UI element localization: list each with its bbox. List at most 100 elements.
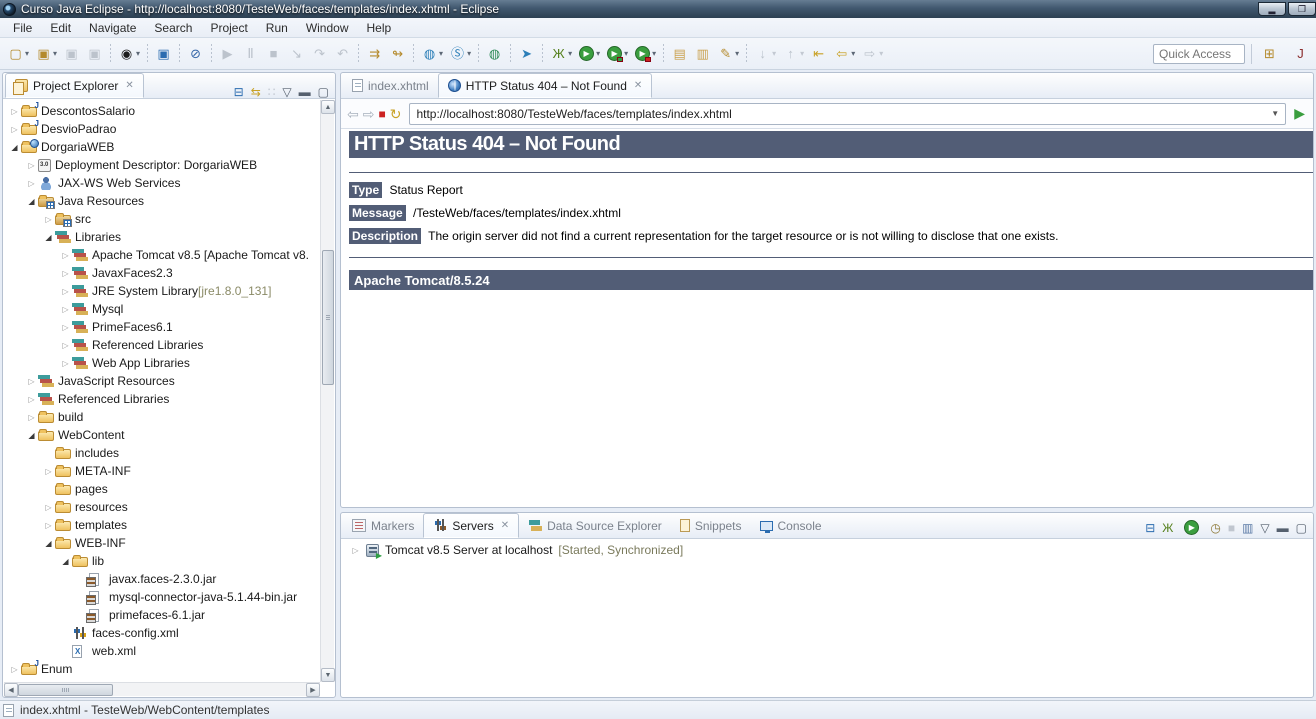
last-edit-location-button[interactable]: ⇤ [808, 43, 829, 64]
dropdown-arrow-icon[interactable]: ▾ [568, 49, 572, 58]
profile-button[interactable]: ▶ ▾ [632, 43, 658, 64]
tree-item[interactable]: ▷ JRE System Library [jre1.8.0_131] [4, 282, 320, 300]
menu-run[interactable]: Run [257, 19, 297, 37]
view-menu-icon[interactable]: ▽ [282, 86, 291, 98]
scroll-up-icon[interactable]: ▲ [321, 100, 335, 114]
open-task-button[interactable]: ▤ [669, 43, 690, 64]
tab-snippets[interactable]: Snippets [671, 513, 751, 538]
run-button[interactable]: ▶ ▾ [576, 43, 602, 64]
start-server-button[interactable]: ▶ [1181, 517, 1202, 538]
expand-arrow-icon[interactable]: ▷ [42, 215, 55, 224]
menu-file[interactable]: File [4, 19, 41, 37]
back-button[interactable]: ⇦ ▾ [831, 43, 857, 64]
collapse-arrow-icon[interactable]: ◢ [42, 539, 55, 548]
collapse-all-icon[interactable]: ⊟ [1145, 522, 1155, 534]
tree-item[interactable]: ▷ JavaxFaces2.3 [4, 264, 320, 282]
collapse-arrow-icon[interactable]: ◢ [25, 197, 38, 206]
menu-help[interactable]: Help [358, 19, 401, 37]
maximize-panel-icon[interactable]: ▢ [1296, 522, 1307, 534]
quick-access-input[interactable] [1153, 43, 1245, 64]
scroll-right-icon[interactable]: ▶ [306, 683, 320, 697]
tree-item[interactable]: web.xml [4, 642, 320, 660]
tree-item[interactable]: ▷ Referenced Libraries [4, 390, 320, 408]
dropdown-arrow-icon[interactable]: ▾ [772, 49, 776, 58]
menu-navigate[interactable]: Navigate [80, 19, 145, 37]
maximize-window-button[interactable]: ❐ [1288, 2, 1316, 16]
expand-arrow-icon[interactable]: ▷ [8, 107, 21, 116]
tree-item[interactable]: mysql-connector-java-5.1.44-bin.jar [4, 588, 320, 606]
collapse-arrow-icon[interactable]: ◢ [42, 233, 55, 242]
stop-server-icon[interactable]: ■ [1228, 522, 1235, 534]
new-web-service-button[interactable]: ◍ ▾ [419, 43, 445, 64]
tab-console[interactable]: Console [751, 513, 831, 538]
tree-item[interactable]: ▷ templates [4, 516, 320, 534]
tree-item[interactable]: ▷ PrimeFaces6.1 [4, 318, 320, 336]
vertical-scrollbar[interactable]: ▲ ▼ [320, 100, 335, 682]
debug-button[interactable]: Ж ▾ [548, 43, 574, 64]
tree-item[interactable]: ▷ JavaScript Resources [4, 372, 320, 390]
run-last-launched-button[interactable]: ⇉ [364, 43, 385, 64]
coverage-button[interactable]: ▶ ▾ [604, 43, 630, 64]
web-service-client-button[interactable]: Ⓢ ▾ [447, 43, 473, 64]
expand-arrow-icon[interactable]: ▷ [349, 546, 362, 555]
skip-all-breakpoints-button[interactable]: ⊘ [185, 43, 206, 64]
expand-arrow-icon[interactable]: ▷ [25, 179, 38, 188]
tab-markers[interactable]: Markers [343, 513, 423, 538]
dropdown-arrow-icon[interactable]: ▾ [25, 49, 29, 58]
dropdown-arrow-icon[interactable]: ▾ [652, 49, 656, 58]
scrollbar-thumb[interactable] [18, 684, 113, 696]
dropdown-arrow-icon[interactable]: ▾ [439, 49, 443, 58]
close-icon[interactable]: ✕ [501, 520, 509, 531]
menu-window[interactable]: Window [297, 19, 358, 37]
tab-servers[interactable]: Servers ✕ [423, 513, 520, 538]
menu-edit[interactable]: Edit [41, 19, 80, 37]
expand-arrow-icon[interactable]: ▷ [25, 413, 38, 422]
new-wizard-button[interactable]: ▢ ▾ [5, 43, 31, 64]
collapse-arrow-icon[interactable]: ◢ [59, 557, 72, 566]
expand-arrow-icon[interactable]: ▷ [59, 287, 72, 296]
remote-systems-button[interactable]: ▣ [153, 43, 174, 64]
dropdown-arrow-icon[interactable]: ▾ [735, 49, 739, 58]
focus-on-active-task-icon[interactable]: ∷ [268, 86, 276, 98]
collapse-arrow-icon[interactable]: ◢ [25, 431, 38, 440]
dropdown-arrow-icon[interactable]: ▾ [851, 49, 855, 58]
dropdown-arrow-icon[interactable]: ▾ [53, 49, 57, 58]
editor-tab-index-xhtml[interactable]: index.xhtml [343, 73, 438, 98]
tree-item[interactable]: ▷ DescontosSalario [4, 101, 320, 120]
dropdown-arrow-icon[interactable]: ▾ [624, 49, 628, 58]
tree-item[interactable]: faces-config.xml [4, 624, 320, 642]
tab-data-source-explorer[interactable]: Data Source Explorer [519, 513, 671, 538]
expand-arrow-icon[interactable]: ▷ [42, 467, 55, 476]
expand-arrow-icon[interactable]: ▷ [59, 323, 72, 332]
maximize-icon[interactable]: ▢ [318, 86, 329, 98]
tree-item[interactable]: ▷ META-INF [4, 462, 320, 480]
expand-arrow-icon[interactable]: ▷ [59, 305, 72, 314]
tree-item[interactable]: ◢ WebContent [4, 426, 320, 444]
tree-item[interactable]: javax.faces-2.3.0.jar [4, 570, 320, 588]
dropdown-arrow-icon[interactable]: ▾ [467, 49, 471, 58]
horizontal-scrollbar[interactable]: ◀ ▶ [4, 682, 320, 697]
close-icon[interactable]: ✕ [125, 80, 133, 91]
tree-item[interactable]: ▷ Deployment Descriptor: DorgariaWEB [4, 156, 320, 174]
expand-arrow-icon[interactable]: ▷ [42, 521, 55, 530]
tree-item[interactable]: ◢ WEB-INF [4, 534, 320, 552]
tab-project-explorer[interactable]: Project Explorer ✕ [5, 73, 144, 98]
java-ee-perspective-button[interactable]: Ј [1290, 43, 1311, 64]
tree-item[interactable]: ▷ Enum [4, 659, 320, 678]
expand-arrow-icon[interactable]: ▷ [8, 125, 21, 134]
profile-server-icon[interactable]: ◷ [1210, 522, 1220, 534]
expand-arrow-icon[interactable]: ▷ [59, 251, 72, 260]
menu-project[interactable]: Project [201, 19, 256, 37]
minimize-window-button[interactable]: ▂ [1258, 2, 1286, 16]
tree-item[interactable]: ▷ src [4, 210, 320, 228]
tree-item[interactable]: ◢ Java Resources [4, 192, 320, 210]
editor-tab-http-status-404-not-found[interactable]: HTTP Status 404 – Not Found ✕ [437, 73, 653, 98]
minimize-panel-icon[interactable]: ▬ [1277, 522, 1289, 534]
expand-arrow-icon[interactable]: ▷ [25, 395, 38, 404]
dropdown-arrow-icon[interactable]: ▾ [800, 49, 804, 58]
open-perspective-button[interactable]: ⊞ [1259, 43, 1280, 64]
tree-item[interactable]: ◢ DorgariaWEB [4, 138, 320, 156]
tree-item[interactable]: ▷ Web App Libraries [4, 354, 320, 372]
expand-arrow-icon[interactable]: ▷ [25, 377, 38, 386]
launch-web-service-explorer-button[interactable]: ➤ [516, 43, 537, 64]
